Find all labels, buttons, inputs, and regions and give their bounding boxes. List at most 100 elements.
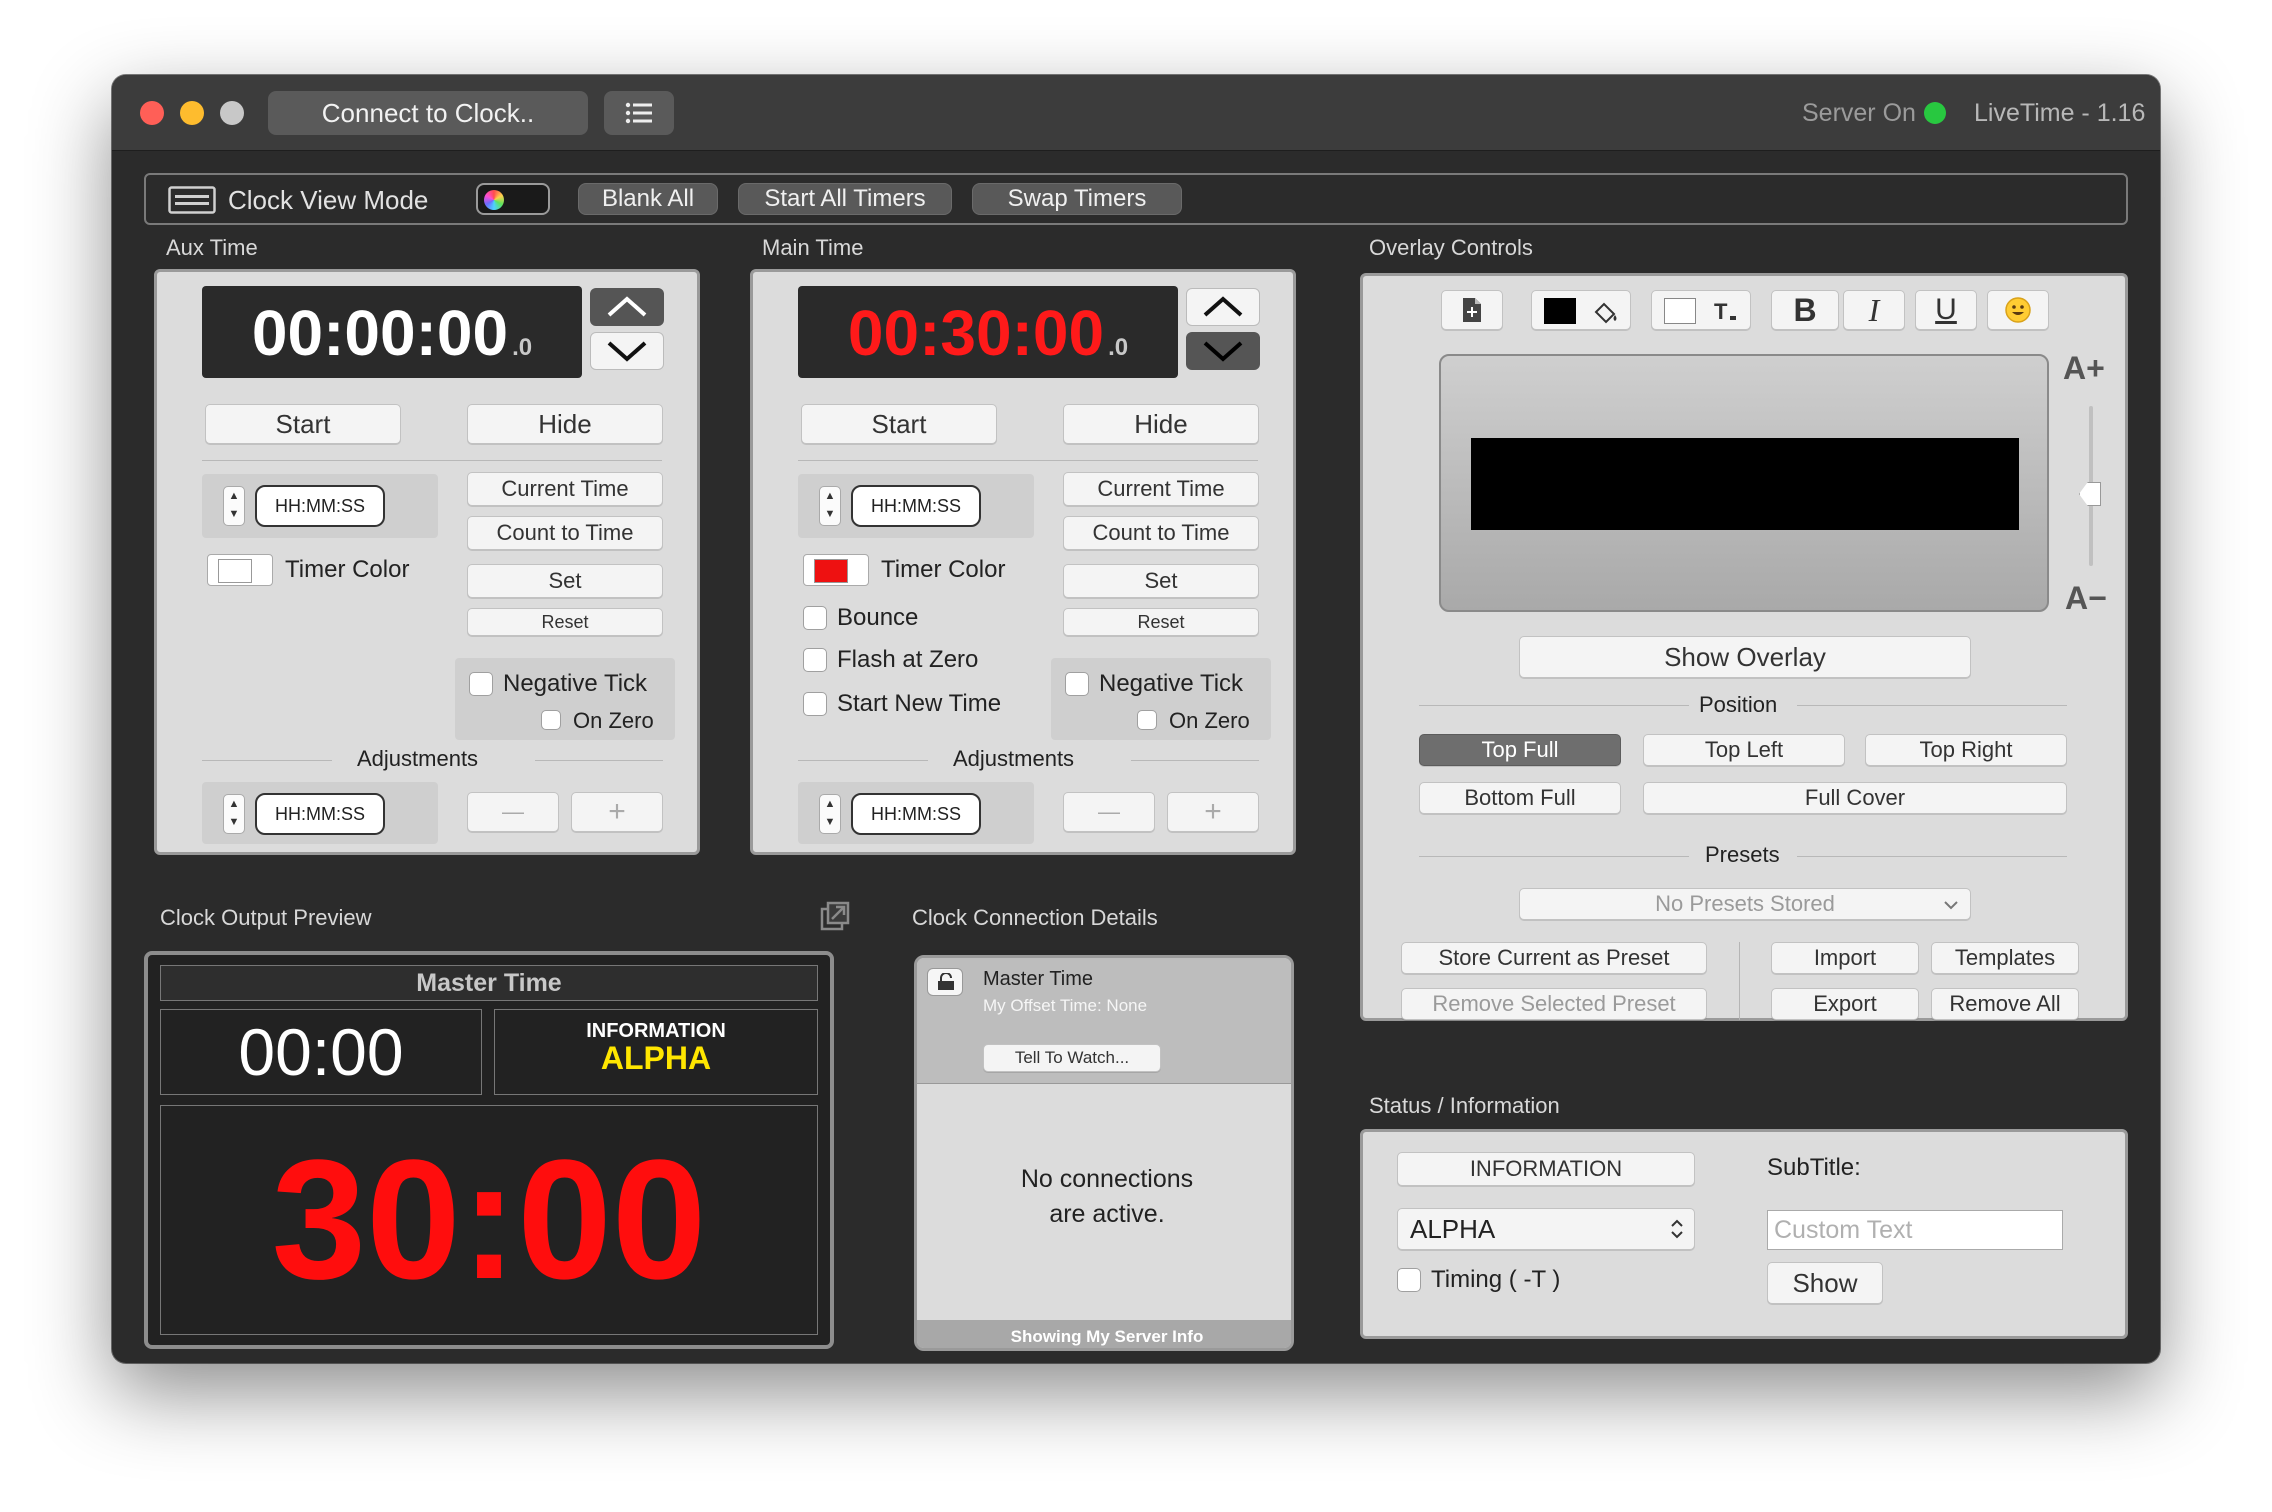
main-on-zero-checkbox[interactable] — [1137, 710, 1157, 730]
monitor-icon — [168, 186, 216, 214]
aux-negative-tick-checkbox[interactable] — [469, 672, 493, 696]
server-status-label: Server On — [1802, 99, 1916, 127]
aux-set-button[interactable]: Set — [467, 564, 663, 598]
main-time-stepper[interactable]: ▲ ▼ — [819, 486, 841, 526]
font-size-slider-thumb[interactable] — [2079, 482, 2101, 506]
app-version-label: LiveTime - 1.16 — [1974, 99, 2146, 127]
timing-checkbox[interactable] — [1397, 1268, 1421, 1292]
background-color-swatch — [1664, 298, 1696, 324]
main-negative-tick-label: Negative Tick — [1099, 670, 1244, 697]
templates-button[interactable]: Templates — [1931, 942, 2079, 974]
aux-reset-button[interactable]: Reset — [467, 608, 663, 636]
main-hide-button[interactable]: Hide — [1063, 404, 1259, 444]
overlay-controls-label: Overlay Controls — [1369, 235, 1533, 260]
main-adjust-stepper[interactable]: ▲ ▼ — [819, 794, 841, 834]
main-start-button[interactable]: Start — [801, 404, 997, 444]
new-document-button[interactable] — [1441, 290, 1503, 330]
aux-adjust-input[interactable]: HH:MM:SS — [255, 793, 385, 835]
flash-at-zero-checkbox[interactable] — [803, 648, 827, 672]
aux-subtract-button[interactable]: — — [467, 792, 559, 832]
aux-adjust-stepper[interactable]: ▲ ▼ — [223, 794, 245, 834]
clock-view-mode-toggle[interactable] — [476, 183, 550, 215]
main-subtract-button[interactable]: — — [1063, 792, 1155, 832]
background-color-well[interactable]: T — [1651, 290, 1751, 330]
text-color-well[interactable] — [1531, 290, 1631, 330]
main-increment-button[interactable] — [1186, 288, 1260, 326]
aux-add-button[interactable]: + — [571, 792, 663, 832]
font-size-increase-button[interactable]: A+ — [2063, 350, 2105, 387]
swap-timers-button[interactable]: Swap Timers — [972, 183, 1182, 215]
bounce-checkbox[interactable] — [803, 606, 827, 630]
presets-label: Presets — [1705, 842, 1780, 867]
main-set-button[interactable]: Set — [1063, 564, 1259, 598]
chevron-up-icon — [1203, 296, 1243, 317]
no-connections-line-1: No connections — [1020, 1165, 1194, 1193]
main-current-time-button[interactable]: Current Time — [1063, 472, 1259, 506]
aux-hide-button[interactable]: Hide — [467, 404, 663, 444]
position-full-cover-button[interactable]: Full Cover — [1643, 782, 2067, 814]
chevron-down-icon — [607, 341, 647, 362]
position-top-left-button[interactable]: Top Left — [1643, 734, 1845, 766]
aux-on-zero-checkbox[interactable] — [541, 710, 561, 730]
aux-time-stepper[interactable]: ▲ ▼ — [223, 486, 245, 526]
aux-time-tenths: .0 — [512, 334, 533, 361]
main-negative-tick-checkbox[interactable] — [1065, 672, 1089, 696]
main-count-to-time-button[interactable]: Count to Time — [1063, 516, 1259, 550]
position-bottom-full-button[interactable]: Bottom Full — [1419, 782, 1621, 814]
preview-master-time-label: Master Time — [160, 965, 818, 1001]
divider — [202, 460, 662, 461]
main-time-display: 00:30:00 .0 — [798, 286, 1178, 378]
chevron-down-icon — [1944, 901, 1958, 910]
status-select[interactable]: ALPHA — [1397, 1208, 1695, 1250]
zoom-window-button[interactable] — [220, 101, 244, 125]
font-size-decrease-button[interactable]: A− — [2065, 580, 2107, 617]
start-all-timers-button[interactable]: Start All Timers — [738, 183, 952, 215]
underline-button[interactable]: U — [1915, 290, 1977, 330]
minimize-window-button[interactable] — [180, 101, 204, 125]
bold-button[interactable]: B — [1771, 290, 1839, 330]
italic-button[interactable]: I — [1843, 290, 1905, 330]
divider — [1797, 856, 2067, 857]
aux-start-button[interactable]: Start — [205, 404, 401, 444]
aux-time-display: 00:00:00 .0 — [202, 286, 582, 378]
main-time-input[interactable]: HH:MM:SS — [851, 485, 981, 527]
tell-to-watch-button[interactable]: Tell To Watch... — [983, 1044, 1161, 1072]
aux-decrement-button[interactable] — [590, 332, 664, 370]
show-overlay-button[interactable]: Show Overlay — [1519, 636, 1971, 678]
main-decrement-button[interactable] — [1186, 332, 1260, 370]
import-button[interactable]: Import — [1771, 942, 1919, 974]
position-top-right-button[interactable]: Top Right — [1865, 734, 2067, 766]
aux-timer-color-well[interactable] — [207, 554, 273, 586]
aux-count-to-time-button[interactable]: Count to Time — [467, 516, 663, 550]
store-preset-button[interactable]: Store Current as Preset — [1401, 942, 1707, 974]
main-timer-color-well[interactable] — [803, 554, 869, 586]
list-menu-button[interactable] — [604, 91, 674, 135]
main-timer-color-swatch — [814, 559, 848, 583]
remove-preset-button[interactable]: Remove Selected Preset — [1401, 988, 1707, 1020]
pop-out-icon[interactable] — [820, 901, 850, 931]
information-button[interactable]: INFORMATION — [1397, 1152, 1695, 1186]
svg-text:T: T — [1714, 299, 1728, 324]
status-show-button[interactable]: Show — [1767, 1262, 1883, 1304]
export-button[interactable]: Export — [1771, 988, 1919, 1020]
emoji-button[interactable] — [1987, 290, 2049, 330]
chevron-down-icon — [1203, 341, 1243, 362]
main-reset-button[interactable]: Reset — [1063, 608, 1259, 636]
start-new-time-checkbox[interactable] — [803, 692, 827, 716]
main-adjust-input[interactable]: HH:MM:SS — [851, 793, 981, 835]
position-top-full-button[interactable]: Top Full — [1419, 734, 1621, 766]
divider — [535, 760, 663, 761]
aux-increment-button[interactable] — [590, 288, 664, 326]
divider — [1419, 705, 1689, 706]
custom-text-input[interactable]: Custom Text — [1767, 1210, 2063, 1250]
main-add-button[interactable]: + — [1167, 792, 1259, 832]
clock-view-mode-label: Clock View Mode — [228, 185, 429, 215]
blank-all-button[interactable]: Blank All — [578, 183, 718, 215]
close-window-button[interactable] — [140, 101, 164, 125]
connect-to-clock-button[interactable]: Connect to Clock.. — [268, 91, 588, 135]
lock-button[interactable] — [927, 968, 963, 996]
aux-current-time-button[interactable]: Current Time — [467, 472, 663, 506]
presets-select[interactable]: No Presets Stored — [1519, 888, 1971, 920]
aux-time-input[interactable]: HH:MM:SS — [255, 485, 385, 527]
remove-all-button[interactable]: Remove All — [1931, 988, 2079, 1020]
